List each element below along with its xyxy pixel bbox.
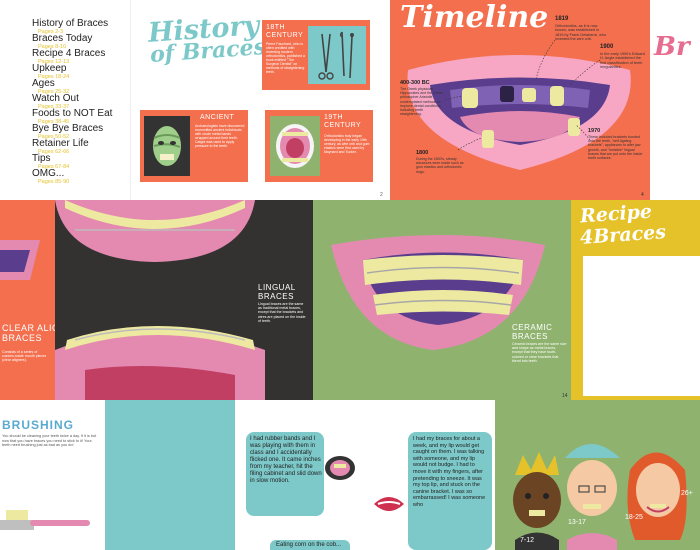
- ceramic-text: Ceramic braces are the same size and sha…: [512, 342, 567, 363]
- age-label-3: 18-25: [625, 514, 643, 521]
- event-1900-text: In the early 1900's Edward H. Angle esta…: [600, 52, 645, 70]
- lips-icon: [374, 497, 404, 511]
- aligner-illustration: [0, 240, 40, 280]
- toothbrush-icon: [0, 510, 90, 530]
- toc-item-title[interactable]: Tips: [32, 153, 51, 164]
- open-mouth-icon: [276, 124, 314, 168]
- toc-item-title[interactable]: Bye Bye Braces: [32, 123, 103, 134]
- box-19th-text: Orthodontics truly began developing in t…: [324, 134, 370, 154]
- toc-item-title[interactable]: Foods to NOT Eat: [32, 108, 112, 119]
- story-text-3: Eating corn on the cob...: [276, 542, 342, 548]
- ceramic-illustration: [331, 235, 545, 350]
- toc-item-pages: Pages 85-90: [38, 179, 70, 185]
- brushing-title: BRUSHING: [2, 418, 75, 432]
- dental-tools-image: [308, 26, 366, 84]
- event-1970-year: 1970: [588, 128, 601, 134]
- recipe-white-box: [583, 256, 700, 396]
- timeline-page-number: 4: [641, 192, 644, 198]
- lingual-text: Lingual braces are the same as tradition…: [258, 302, 306, 323]
- event-400bc-year: 400-300 BC: [400, 80, 430, 86]
- next-page-partial: [650, 0, 700, 200]
- ceramic-label: CERAMIC BRACES: [512, 323, 553, 341]
- kids-illustration: [513, 444, 687, 550]
- history-page-number: 2: [380, 192, 383, 198]
- box-ancient-text: Archaeologists have discovered mummified…: [195, 124, 245, 148]
- box-18th-label: 18TH CENTURY: [266, 24, 304, 39]
- story-text-1: I had rubber bands and I was playing wit…: [250, 436, 322, 484]
- toc-item-title[interactable]: Retainer Life: [32, 138, 89, 149]
- dental-tools-icon: [318, 31, 354, 80]
- magazine-spread-collage: History of Braces Pages 2-3 Braces Today Pa…: [0, 0, 700, 550]
- teeth-image: [270, 116, 320, 176]
- next-page-title-partial: Br: [654, 32, 690, 62]
- stories-page: [105, 400, 235, 550]
- toc-item-title[interactable]: Upkeep: [32, 63, 66, 74]
- mummy-image: [144, 116, 190, 176]
- event-1819-text: Orthodontics, as it is now known, was es…: [555, 24, 607, 42]
- story-text-2: I had my braces for about a week, and my…: [413, 436, 486, 508]
- clear-align-text: Consists of a series of custom-made mout…: [2, 350, 47, 363]
- box-18th-text: Pierre Fauchard, who is often credited w…: [266, 42, 305, 74]
- event-1800-text: During the 1800's, steady advances were …: [416, 157, 464, 174]
- brushing-text: You should be cleaning your teeth twice …: [2, 434, 97, 448]
- event-1970-text: These included brackets bonded onto the …: [588, 135, 643, 161]
- box-ancient-label: ANCIENT: [200, 114, 235, 121]
- rubber-band-mouth-icon: [325, 456, 355, 480]
- clear-align-label2: BRACES: [2, 333, 43, 343]
- toc-item-title[interactable]: Ages: [32, 78, 55, 89]
- toc-item-title[interactable]: Braces Today: [32, 33, 92, 44]
- event-1800-year: 1800: [416, 150, 429, 156]
- toc-item-title[interactable]: OMG...: [32, 168, 64, 179]
- event-1900-year: 1900: [600, 44, 614, 50]
- age-label-1: 7-12: [520, 537, 535, 544]
- lingual-label: LINGUAL BRACES: [258, 283, 296, 301]
- age-label-4: 26+: [681, 490, 693, 497]
- toc-item-title[interactable]: Recipe 4 Braces: [32, 48, 105, 59]
- age-label-2: 13-17: [568, 519, 586, 526]
- event-400bc-text: The Greek physician Hippocrates and the …: [400, 87, 443, 117]
- ceramic-page-number: 14: [562, 393, 568, 399]
- event-1819-year: 1819: [555, 16, 569, 22]
- box-19th-label: 19TH CENTURY: [324, 114, 362, 129]
- toc-item-title[interactable]: History of Braces: [32, 18, 108, 29]
- mummy-face-icon: [153, 126, 181, 166]
- toc-item-title[interactable]: Watch Out: [32, 93, 79, 104]
